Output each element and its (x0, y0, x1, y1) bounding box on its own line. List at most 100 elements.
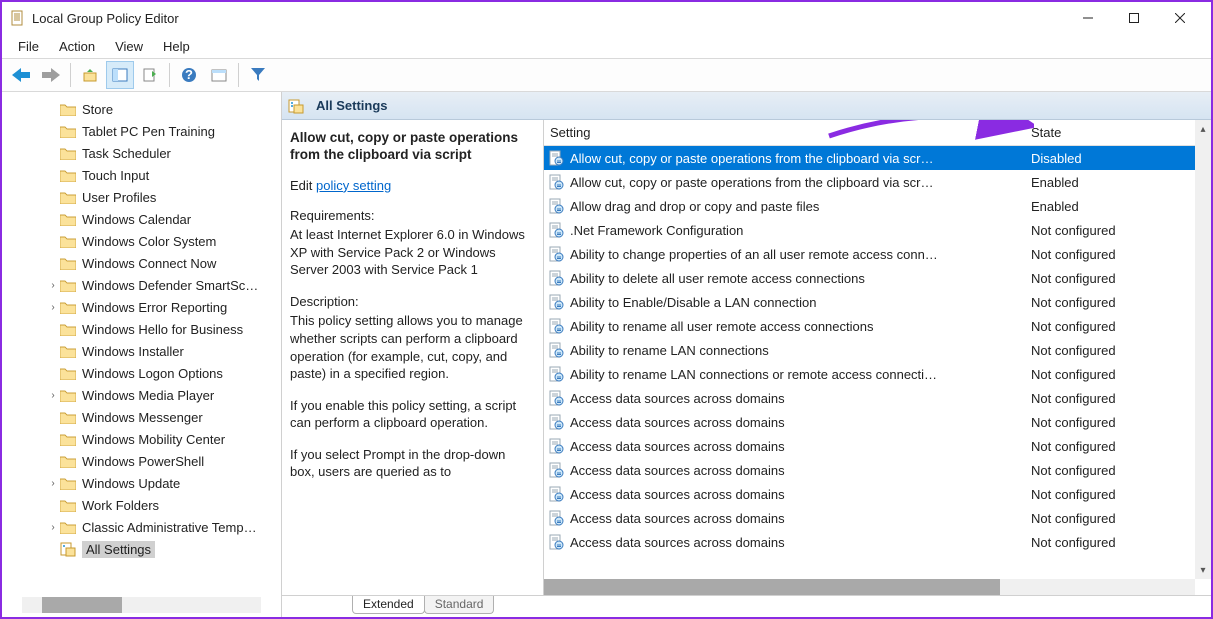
policy-state: Not configured (1031, 463, 1211, 478)
policy-row[interactable]: Ability to Enable/Disable a LAN connecti… (544, 290, 1211, 314)
policy-state: Not configured (1031, 271, 1211, 286)
scroll-up-arrow[interactable]: ▴ (1195, 120, 1211, 138)
description-label: Description: (290, 293, 533, 311)
policy-state: Not configured (1031, 295, 1211, 310)
help-button[interactable]: ? (175, 61, 203, 89)
column-state[interactable]: State (1031, 125, 1211, 140)
policy-row[interactable]: Ability to rename LAN connections or rem… (544, 362, 1211, 386)
tree-item[interactable]: Tablet PC Pen Training (2, 120, 281, 142)
tree-item[interactable]: Windows Hello for Business (2, 318, 281, 340)
policy-row[interactable]: Allow cut, copy or paste operations from… (544, 146, 1211, 170)
edit-policy-link[interactable]: policy setting (316, 178, 391, 193)
all-settings-icon (288, 98, 304, 114)
show-hide-tree-button[interactable] (106, 61, 134, 89)
policy-row[interactable]: Access data sources across domainsNot co… (544, 506, 1211, 530)
menu-view[interactable]: View (105, 36, 153, 57)
tree-item[interactable]: Windows Logon Options (2, 362, 281, 384)
options-button[interactable] (205, 61, 233, 89)
policy-row[interactable]: Access data sources across domainsNot co… (544, 434, 1211, 458)
tree-item-label: Windows Media Player (82, 388, 214, 403)
policy-row[interactable]: Access data sources across domainsNot co… (544, 482, 1211, 506)
tree-item[interactable]: Windows Installer (2, 340, 281, 362)
policy-row[interactable]: .Net Framework ConfigurationNot configur… (544, 218, 1211, 242)
policy-state: Enabled (1031, 199, 1211, 214)
tree-item[interactable]: ›Classic Administrative Temp… (2, 516, 281, 538)
policy-name: Ability to rename LAN connections or rem… (570, 367, 937, 382)
folder-icon (60, 477, 76, 490)
policy-row[interactable]: Ability to change properties of an all u… (544, 242, 1211, 266)
tree-item[interactable]: ›Windows Error Reporting (2, 296, 281, 318)
navigation-tree[interactable]: StoreTablet PC Pen TrainingTask Schedule… (2, 92, 282, 617)
folder-icon (60, 103, 76, 116)
folder-icon (60, 301, 76, 314)
policy-row[interactable]: Access data sources across domainsNot co… (544, 410, 1211, 434)
folder-icon (60, 191, 76, 204)
export-list-button[interactable] (136, 61, 164, 89)
tree-item-label: Windows Connect Now (82, 256, 216, 271)
tree-item[interactable]: Windows Mobility Center (2, 428, 281, 450)
tree-item[interactable]: Touch Input (2, 164, 281, 186)
expand-icon[interactable]: › (46, 522, 60, 533)
menu-file[interactable]: File (8, 36, 49, 57)
tree-item[interactable]: Windows Calendar (2, 208, 281, 230)
scroll-down-arrow[interactable]: ▾ (1195, 561, 1211, 579)
maximize-button[interactable] (1111, 3, 1157, 33)
tree-item[interactable]: ›Windows Update (2, 472, 281, 494)
forward-button[interactable] (37, 61, 65, 89)
tree-item[interactable]: Windows Color System (2, 230, 281, 252)
policy-icon (548, 246, 564, 262)
policy-name: Ability to delete all user remote access… (570, 271, 865, 286)
policy-icon (548, 294, 564, 310)
policy-name: Allow cut, copy or paste operations from… (570, 175, 933, 190)
tree-item-label: Windows Logon Options (82, 366, 223, 381)
folder-icon (60, 279, 76, 292)
folder-icon (60, 455, 76, 468)
column-setting[interactable]: Setting (544, 125, 1031, 140)
svg-text:?: ? (185, 67, 193, 82)
tree-item[interactable]: Windows Messenger (2, 406, 281, 428)
policy-state: Not configured (1031, 247, 1211, 262)
tree-item[interactable]: User Profiles (2, 186, 281, 208)
tree-item-label: All Settings (82, 541, 155, 558)
tree-item[interactable]: ›Windows Defender SmartSc… (2, 274, 281, 296)
minimize-button[interactable] (1065, 3, 1111, 33)
expand-icon[interactable]: › (46, 478, 60, 489)
policy-row[interactable]: Ability to rename LAN connectionsNot con… (544, 338, 1211, 362)
tree-item[interactable]: Windows Connect Now (2, 252, 281, 274)
up-level-button[interactable] (76, 61, 104, 89)
tree-item-label: Work Folders (82, 498, 159, 513)
menu-help[interactable]: Help (153, 36, 200, 57)
filter-button[interactable] (244, 61, 272, 89)
policy-row[interactable]: Access data sources across domainsNot co… (544, 458, 1211, 482)
policy-row[interactable]: Ability to rename all user remote access… (544, 314, 1211, 338)
policy-row[interactable]: Ability to delete all user remote access… (544, 266, 1211, 290)
tree-item[interactable]: Work Folders (2, 494, 281, 516)
policy-state: Not configured (1031, 487, 1211, 502)
expand-icon[interactable]: › (46, 390, 60, 401)
menu-action[interactable]: Action (49, 36, 105, 57)
expand-icon[interactable]: › (46, 280, 60, 291)
list-horizontal-scrollbar[interactable] (544, 579, 1195, 595)
policy-row[interactable]: Allow cut, copy or paste operations from… (544, 170, 1211, 194)
tree-item-all-settings[interactable]: All Settings (2, 538, 281, 560)
description-para2: If you enable this policy setting, a scr… (290, 397, 533, 432)
policy-state: Not configured (1031, 391, 1211, 406)
expand-icon[interactable]: › (46, 302, 60, 313)
tree-item[interactable]: › Windows Media Player (2, 384, 281, 406)
tree-item[interactable]: Task Scheduler (2, 142, 281, 164)
policy-row[interactable]: Allow drag and drop or copy and paste fi… (544, 194, 1211, 218)
policy-icon (548, 366, 564, 382)
policy-row[interactable]: Access data sources across domainsNot co… (544, 386, 1211, 410)
selected-policy-title: Allow cut, copy or paste operations from… (290, 130, 533, 164)
policy-row[interactable]: Access data sources across domainsNot co… (544, 530, 1211, 554)
back-button[interactable] (7, 61, 35, 89)
close-button[interactable] (1157, 3, 1203, 33)
tab-standard[interactable]: Standard (424, 596, 495, 614)
policy-icon (548, 174, 564, 190)
tree-item[interactable]: Windows PowerShell (2, 450, 281, 472)
policy-state: Not configured (1031, 439, 1211, 454)
tab-extended[interactable]: Extended (352, 596, 425, 614)
tree-item[interactable]: Store (2, 98, 281, 120)
tree-horizontal-scrollbar[interactable] (22, 597, 261, 613)
list-vertical-scrollbar[interactable]: ▴ ▾ (1195, 120, 1211, 579)
